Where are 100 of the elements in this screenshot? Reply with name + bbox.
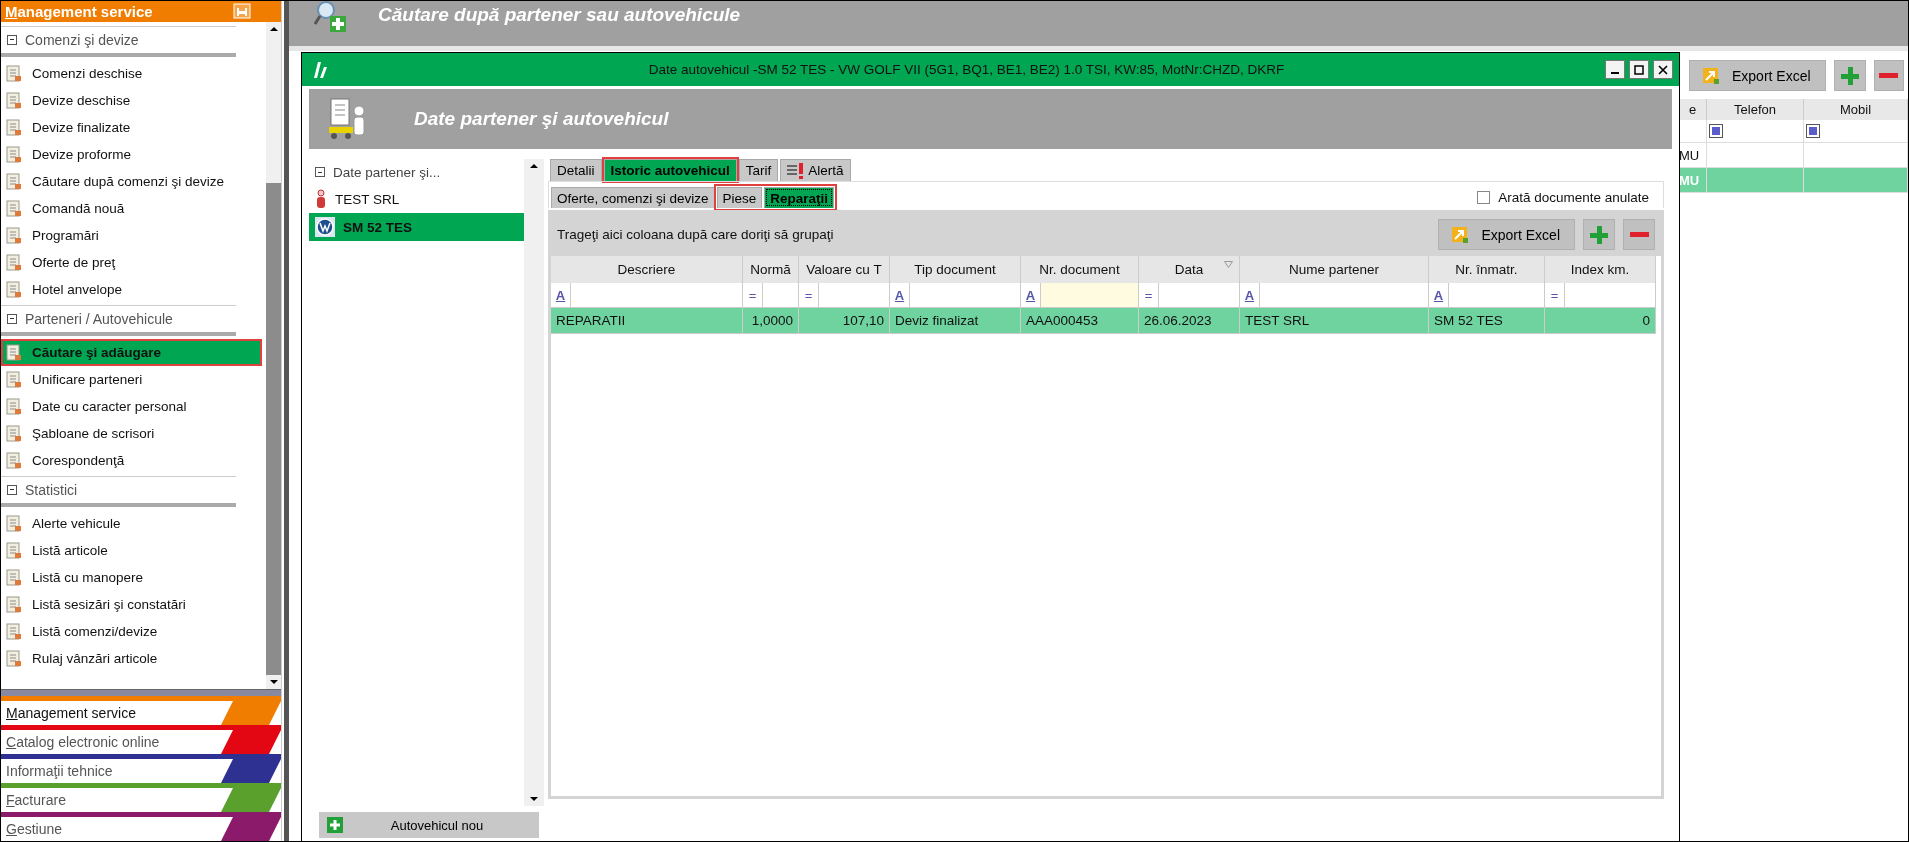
sidebar-item[interactable]: Comandă nouă	[1, 194, 262, 222]
document-icon	[6, 397, 22, 415]
sidebar-item[interactable]: Căutare după comenzi şi devize	[1, 167, 262, 195]
document-icon	[6, 649, 22, 667]
sidebar-item[interactable]: Listă comenzi/devize	[1, 617, 262, 645]
tab[interactable]: Istoric autovehicul	[603, 159, 737, 181]
sidebar-item[interactable]: Hotel anvelope	[1, 275, 262, 303]
module-label: Gestiune	[6, 821, 63, 837]
column-header[interactable]: e	[1679, 99, 1707, 120]
collapse-icon[interactable]	[7, 484, 17, 495]
document-icon	[6, 370, 22, 388]
column-header[interactable]: Data	[1139, 256, 1240, 283]
sidebar-item[interactable]: Comenzi deschise	[1, 59, 262, 87]
sidebar-item[interactable]: Corespondenţă	[1, 446, 262, 474]
scroll-up-icon[interactable]	[530, 164, 538, 168]
sidebar-item[interactable]: Listă cu manopere	[1, 563, 262, 591]
filter-operator[interactable]: =	[743, 283, 763, 307]
filter-field[interactable]	[1041, 283, 1138, 307]
document-icon	[6, 226, 22, 244]
module-label: Facturare	[6, 792, 66, 808]
sidebar-item[interactable]: Căutare şi adăugare	[1, 338, 262, 366]
tree-node[interactable]: SM 52 TES	[309, 213, 524, 241]
filter-operator[interactable]: =	[1139, 283, 1159, 307]
sidebar-item[interactable]: Alerte vehicule	[1, 509, 262, 537]
column-header[interactable]: Nume partener	[1240, 256, 1429, 283]
filter-type-icon[interactable]	[1709, 124, 1723, 138]
column-header[interactable]: Normă	[743, 256, 799, 283]
sidebar-item[interactable]: Listă articole	[1, 536, 262, 564]
sidebar-item[interactable]: Devize finalizate	[1, 113, 262, 141]
filter-operator[interactable]: =	[1545, 283, 1565, 307]
sub-tab[interactable]: Piese	[716, 187, 763, 208]
column-header[interactable]: Mobil	[1804, 99, 1908, 120]
module-bar[interactable]: Catalog electronic online	[1, 725, 281, 754]
add-button[interactable]	[1583, 219, 1615, 250]
scroll-down-icon[interactable]	[269, 680, 278, 684]
filter-type-icon[interactable]	[1806, 124, 1820, 138]
column-header[interactable]: Tip document	[890, 256, 1021, 283]
document-icon	[6, 172, 22, 190]
maximize-button[interactable]	[1629, 60, 1649, 79]
new-vehicle-button[interactable]: Autovehicul nou	[319, 812, 539, 838]
filter-operator[interactable]: A	[890, 283, 910, 307]
export-excel-button[interactable]: Export Excel	[1438, 219, 1575, 250]
remove-button[interactable]	[1873, 60, 1904, 91]
dialog-heading: Date partener şi autovehicul	[414, 108, 669, 130]
scroll-thumb[interactable]	[266, 182, 281, 675]
module-bar[interactable]: Informaţii tehnice	[1, 754, 281, 783]
column-header[interactable]: Descriere	[551, 256, 743, 283]
module-bar[interactable]: Facturare	[1, 783, 281, 812]
sidebar-item[interactable]: Programări	[1, 221, 262, 249]
module-bar[interactable]: Management service	[1, 696, 281, 725]
filter-cell[interactable]	[1707, 120, 1804, 143]
tab[interactable]: Detalii	[550, 159, 602, 181]
sidebar-item[interactable]: Oferte de preţ	[1, 248, 262, 276]
collapse-icon[interactable]	[7, 313, 17, 324]
collapse-icon[interactable]	[7, 34, 17, 45]
filter-operator[interactable]: =	[799, 283, 819, 307]
table-cell: MU	[1679, 168, 1707, 193]
sidebar-item[interactable]: Şabloane de scrisori	[1, 419, 262, 447]
section-header[interactable]: Statistici	[1, 475, 236, 507]
close-button[interactable]	[1653, 60, 1673, 79]
tab[interactable]: Alertă	[780, 159, 851, 181]
module-label: Informaţii tehnice	[6, 763, 113, 779]
column-header[interactable]: Telefon	[1707, 99, 1804, 120]
add-button[interactable]	[1833, 60, 1866, 91]
scroll-up-icon[interactable]	[269, 26, 278, 31]
filter-cell[interactable]	[1804, 120, 1908, 143]
alert-list-icon	[787, 162, 806, 179]
section-header[interactable]: Parteneri / Autovehicule	[1, 304, 236, 336]
scrollbar[interactable]	[266, 21, 281, 689]
filter-operator[interactable]: A	[1240, 283, 1260, 307]
filter-operator[interactable]: A	[1429, 283, 1449, 307]
section-header[interactable]: Comenzi şi devize	[1, 25, 236, 57]
remove-button[interactable]	[1623, 219, 1655, 250]
sidebar-item[interactable]: Rulaj vânzări articole	[1, 644, 262, 672]
scroll-down-icon[interactable]	[530, 797, 538, 801]
checkbox[interactable]	[1477, 190, 1491, 204]
document-icon	[6, 91, 22, 109]
sidebar-item[interactable]: Date cu caracter personal	[1, 392, 262, 420]
minimize-button[interactable]	[1605, 60, 1625, 79]
sidebar-item[interactable]: Listă sesizări şi constatări	[1, 590, 262, 618]
column-header[interactable]: Nr. înmatr.	[1429, 256, 1545, 283]
sidebar-item[interactable]: Devize proforme	[1, 140, 262, 168]
column-header[interactable]: Nr. document	[1021, 256, 1139, 283]
tree-node[interactable]: TEST SRL	[309, 185, 524, 213]
collapse-icon[interactable]	[315, 167, 325, 177]
close-icon	[1658, 64, 1668, 75]
scrollbar[interactable]	[524, 159, 544, 806]
sidebar-item[interactable]: Unificare parteneri	[1, 365, 262, 393]
sidebar-item[interactable]: Devize deschise	[1, 86, 262, 114]
document-icon	[6, 622, 22, 640]
sub-tab[interactable]: Oferte, comenzi şi devize	[551, 187, 715, 208]
filter-operator[interactable]: A	[551, 283, 571, 307]
tree-node[interactable]: Date partener şi...	[309, 159, 524, 185]
tab[interactable]: Tarif	[738, 159, 779, 181]
column-header[interactable]: Index km.	[1545, 256, 1656, 283]
document-icon	[6, 568, 22, 586]
column-header[interactable]: Valoare cu T	[799, 256, 890, 283]
sub-tab[interactable]: Reparaţii	[764, 187, 835, 208]
export-excel-button[interactable]: Export Excel	[1689, 60, 1826, 91]
module-bar[interactable]: Gestiune	[1, 812, 281, 841]
